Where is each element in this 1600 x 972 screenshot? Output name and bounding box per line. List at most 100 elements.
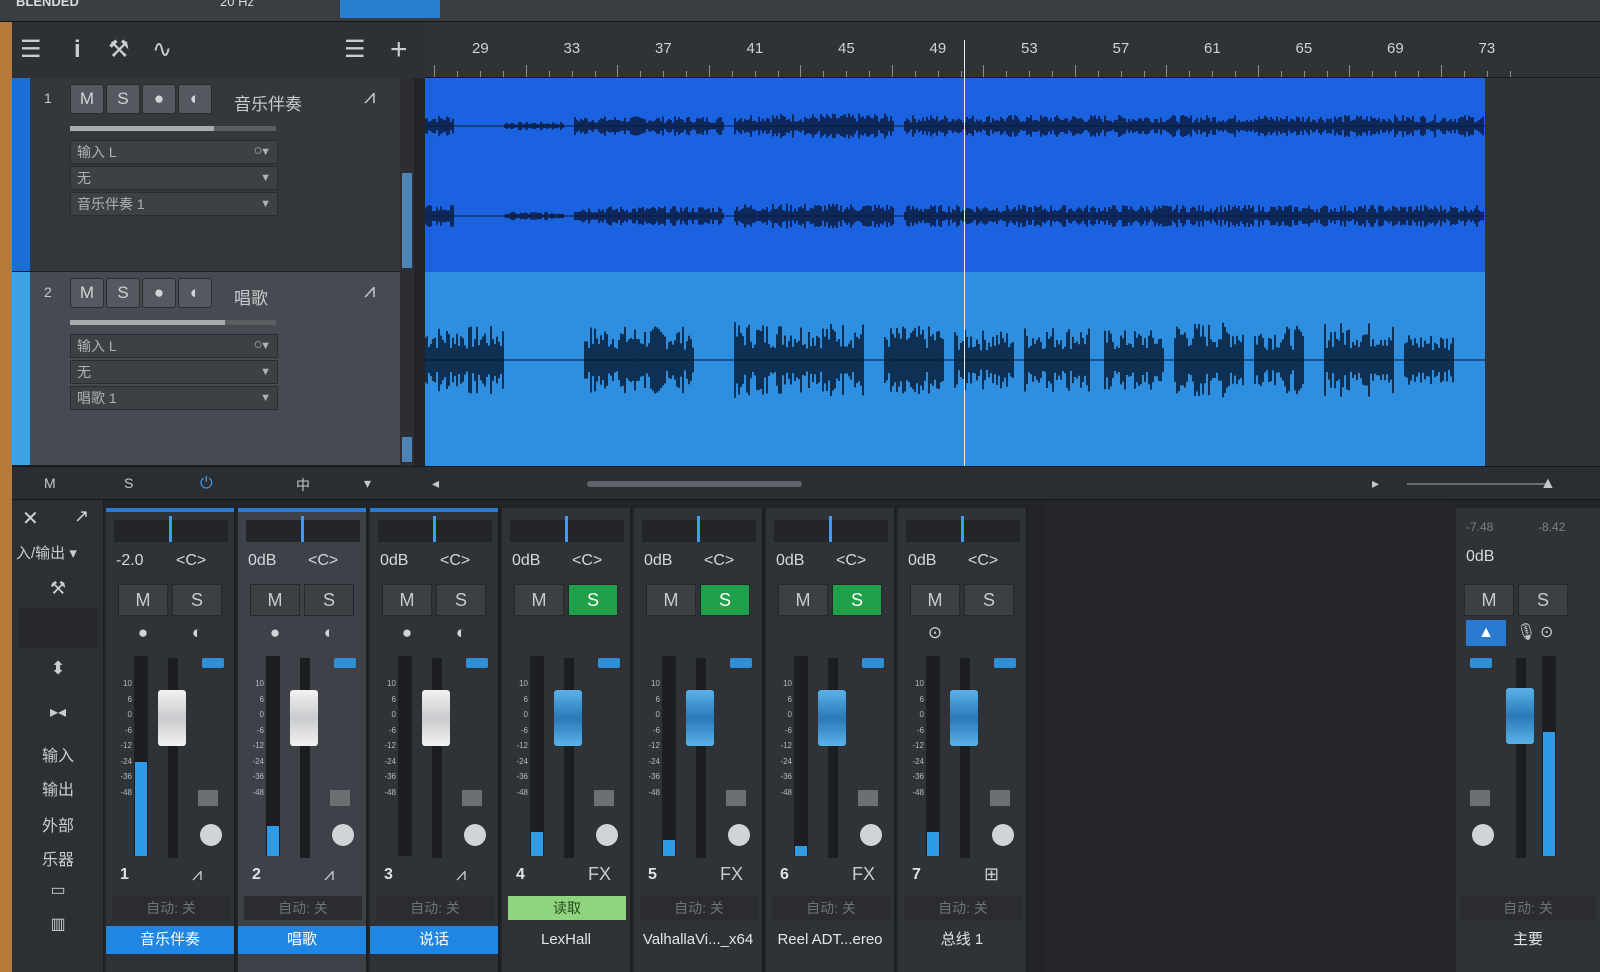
- pan-value[interactable]: <C>: [968, 552, 998, 570]
- send-knob[interactable]: [200, 824, 222, 846]
- channel-strip-3[interactable]: 0dB <C> M S ● ◐ 10 6 0 -6 -12 -24 -36 -48 3 ⩘ 自动: 关说话: [370, 508, 500, 972]
- routing-icon[interactable]: [462, 790, 482, 806]
- wrench-icon[interactable]: ⚒: [12, 578, 104, 599]
- mute-button[interactable]: M: [514, 584, 564, 616]
- main-automation[interactable]: 自动: 关: [1460, 896, 1596, 920]
- solo-button[interactable]: S: [436, 584, 486, 616]
- pan-value[interactable]: <C>: [440, 552, 470, 570]
- strip-name[interactable]: ValhallaVi..._x64: [634, 926, 762, 954]
- output-select[interactable]: 唱歌 1 ▼: [70, 386, 278, 410]
- main-volume-value[interactable]: 0dB: [1466, 548, 1494, 566]
- fader-track[interactable]: [696, 658, 706, 858]
- record-arm-icon[interactable]: ●: [250, 620, 300, 646]
- fader-track[interactable]: [300, 658, 310, 858]
- channel-strip-5[interactable]: 0dB <C> M S 10 6 0 -6 -12 -24 -36 -48 5 FX 自动: 关 Valhal…: [634, 508, 764, 972]
- dropdown-arrow-icon[interactable]: ▾: [364, 475, 371, 492]
- mic-icon[interactable]: 🎙: [1516, 622, 1536, 642]
- volume-fader[interactable]: [158, 690, 186, 746]
- window-icon[interactable]: ▭: [12, 880, 104, 900]
- empty-arrange-area[interactable]: [1485, 78, 1600, 466]
- main-route-icon[interactable]: [1470, 790, 1490, 806]
- volume-value[interactable]: 0dB: [380, 552, 408, 570]
- main-insert-button[interactable]: [1470, 658, 1492, 668]
- insert-button[interactable]: [862, 658, 884, 668]
- output-select[interactable]: 音乐伴奏 1 ▼: [70, 192, 278, 216]
- volume-fader[interactable]: [950, 690, 978, 746]
- link-icon[interactable]: ⊙: [910, 620, 960, 646]
- fader-track[interactable]: [564, 658, 574, 858]
- solo-button[interactable]: S: [964, 584, 1014, 616]
- fader-track[interactable]: [168, 658, 178, 858]
- add-icon[interactable]: +: [390, 35, 408, 65]
- pan-slider[interactable]: [774, 516, 888, 542]
- show-external-button[interactable]: 外部: [12, 812, 104, 836]
- monitor-button[interactable]: ◐: [178, 278, 212, 308]
- automation-mode[interactable]: 自动: 关: [244, 896, 362, 920]
- strip-name[interactable]: 总线 1: [898, 926, 1026, 954]
- channel-strip-2[interactable]: 0dB <C> M S ● ◐ 10 6 0 -6 -12 -24 -36 -48 2 ⩘ 自动: 关唱歌: [238, 508, 368, 972]
- strip-name[interactable]: Reel ADT...ereo: [766, 926, 894, 954]
- insert-select[interactable]: 无 ▼: [70, 166, 278, 190]
- track-name[interactable]: 唱歌: [234, 284, 268, 309]
- mute-button[interactable]: M: [778, 584, 828, 616]
- routing-icon[interactable]: [726, 790, 746, 806]
- volume-value[interactable]: 0dB: [248, 552, 276, 570]
- volume-value[interactable]: -2.0: [116, 552, 144, 570]
- volume-fader[interactable]: [422, 690, 450, 746]
- volume-value[interactable]: 0dB: [908, 552, 936, 570]
- main-dim-icon[interactable]: ▲: [1466, 620, 1506, 646]
- mixer-icon[interactable]: ▥: [12, 914, 104, 934]
- waveform-icon[interactable]: ⩘: [364, 86, 375, 109]
- volume-value[interactable]: 0dB: [512, 552, 540, 570]
- pan-value[interactable]: <C>: [704, 552, 734, 570]
- insert-button[interactable]: [202, 658, 224, 668]
- routing-icon[interactable]: [990, 790, 1010, 806]
- horizontal-scrollbar[interactable]: [587, 481, 802, 487]
- record-arm-button[interactable]: ●: [142, 278, 176, 308]
- zoom-in-icon[interactable]: ▲: [1540, 475, 1556, 493]
- list-icon[interactable]: ☰: [344, 36, 366, 64]
- pan-value[interactable]: <C>: [572, 552, 602, 570]
- track-2-scroll[interactable]: [400, 272, 414, 466]
- track-1-scroll[interactable]: [400, 78, 414, 272]
- volume-fader[interactable]: [686, 690, 714, 746]
- fader-track[interactable]: [960, 658, 970, 858]
- pan-slider[interactable]: [114, 516, 228, 542]
- track-header-1[interactable]: 1 M S ● ◐ 音乐伴奏 ⩘ 输入 L ▼ ○ 无 ▼ 音乐伴奏 1 ▼: [12, 78, 412, 272]
- scroll-right-icon[interactable]: ▸: [1372, 475, 1379, 492]
- volume-fader[interactable]: [818, 690, 846, 746]
- solo-button[interactable]: S: [304, 584, 354, 616]
- show-instrument-button[interactable]: 乐器: [12, 846, 104, 870]
- track-volume-slider[interactable]: [70, 320, 276, 325]
- solo-button[interactable]: S: [700, 584, 750, 616]
- solo-button[interactable]: S: [106, 278, 140, 308]
- audio-clip-track-1[interactable]: [425, 78, 1485, 272]
- main-knob[interactable]: [1472, 824, 1494, 846]
- routing-icon[interactable]: [330, 790, 350, 806]
- solo-button[interactable]: S: [568, 584, 618, 616]
- timeline-ruler[interactable]: 29 33 37 41 45 49 53 57 61 65 69 73: [425, 22, 1600, 78]
- insert-button[interactable]: [334, 658, 356, 668]
- automation-mode[interactable]: 自动: 关: [904, 896, 1022, 920]
- scroll-left-icon[interactable]: ◂: [432, 475, 439, 492]
- mute-button[interactable]: M: [250, 584, 300, 616]
- playhead-cursor[interactable]: [964, 40, 965, 466]
- send-knob[interactable]: [728, 824, 750, 846]
- mute-button[interactable]: M: [646, 584, 696, 616]
- track-name[interactable]: 音乐伴奏: [234, 90, 302, 115]
- insert-button[interactable]: [466, 658, 488, 668]
- mute-button[interactable]: M: [910, 584, 960, 616]
- wrench-icon[interactable]: ⚒: [108, 36, 130, 64]
- link-icon[interactable]: ⊙: [1540, 622, 1553, 642]
- send-knob[interactable]: [860, 824, 882, 846]
- track-volume-slider[interactable]: [70, 126, 276, 131]
- monitor-icon[interactable]: ◐: [304, 620, 354, 646]
- insert-button[interactable]: [994, 658, 1016, 668]
- automation-mode[interactable]: 自动: 关: [112, 896, 230, 920]
- solo-button[interactable]: S: [106, 84, 140, 114]
- active-tab-highlight[interactable]: [340, 0, 440, 18]
- record-arm-button[interactable]: ●: [142, 84, 176, 114]
- show-input-button[interactable]: 输入: [12, 742, 104, 766]
- send-knob[interactable]: [332, 824, 354, 846]
- info-icon[interactable]: i: [74, 36, 81, 64]
